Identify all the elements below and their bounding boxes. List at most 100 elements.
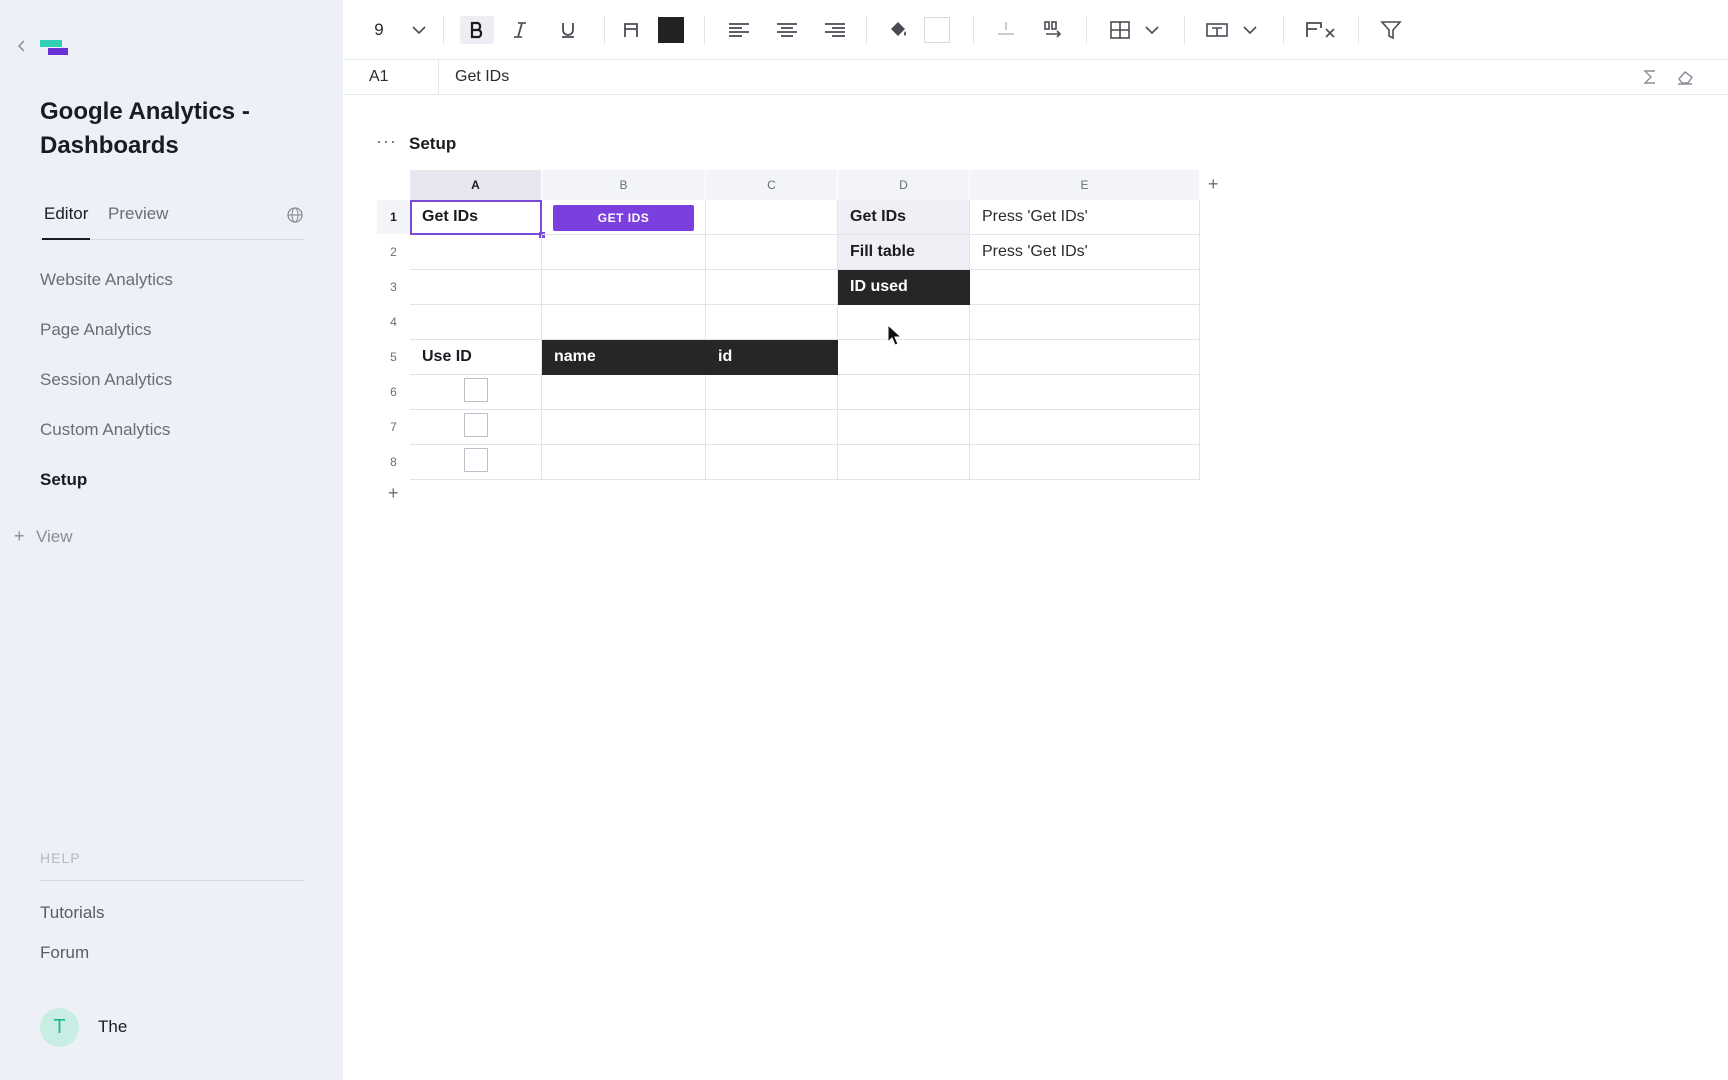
cell-e4[interactable] — [970, 305, 1200, 340]
cell-a2[interactable] — [410, 235, 542, 270]
cell-c1[interactable] — [706, 200, 838, 235]
cell-reference[interactable]: A1 — [369, 68, 389, 86]
globe-icon[interactable] — [286, 206, 304, 224]
wrap-text-icon[interactable] — [1041, 16, 1067, 44]
sidebar-item-page-analytics[interactable]: Page Analytics — [40, 315, 304, 365]
cell-d8[interactable] — [838, 445, 970, 480]
borders-icon[interactable] — [1107, 16, 1133, 44]
filter-icon[interactable] — [1379, 16, 1403, 44]
cell-b6[interactable] — [542, 375, 706, 410]
cell-e6[interactable] — [970, 375, 1200, 410]
cell-e8[interactable] — [970, 445, 1200, 480]
cell-e3[interactable] — [970, 270, 1200, 305]
cell-b4[interactable] — [542, 305, 706, 340]
chevron-down-icon[interactable] — [1240, 16, 1260, 44]
cell-a3[interactable] — [410, 270, 542, 305]
help-section-label: HELP — [40, 850, 81, 866]
cell-b8[interactable] — [542, 445, 706, 480]
cell-d4[interactable] — [838, 305, 970, 340]
plus-icon: + — [14, 526, 25, 546]
cell-e2[interactable]: Press 'Get IDs' — [970, 235, 1200, 270]
bold-icon[interactable] — [460, 16, 494, 44]
forum-link[interactable]: Forum — [40, 943, 105, 983]
underline-icon[interactable] — [556, 16, 580, 44]
use-id-checkbox[interactable] — [464, 378, 488, 402]
get-ids-button[interactable]: GET IDS — [553, 205, 694, 231]
clear-format-icon[interactable] — [1303, 16, 1339, 44]
app-logo[interactable] — [40, 38, 70, 58]
row-header-3[interactable]: 3 — [377, 270, 410, 304]
font-size-value[interactable]: 9 — [369, 16, 389, 44]
add-row-button[interactable]: + — [388, 483, 399, 504]
eraser-icon[interactable] — [1676, 69, 1694, 90]
chevron-down-icon[interactable] — [407, 16, 431, 44]
cell-c6[interactable] — [706, 375, 838, 410]
sidebar-item-custom-analytics[interactable]: Custom Analytics — [40, 415, 304, 465]
cell-d1[interactable]: Get IDs — [838, 200, 970, 235]
sidebar-item-website-analytics[interactable]: Website Analytics — [40, 265, 304, 315]
cell-e1[interactable]: Press 'Get IDs' — [970, 200, 1200, 235]
cell-c3[interactable] — [706, 270, 838, 305]
mouse-cursor-icon — [887, 324, 903, 346]
row-header-4[interactable]: 4 — [377, 305, 410, 339]
chevron-left-icon[interactable] — [14, 38, 30, 54]
cell-d5[interactable] — [838, 340, 970, 375]
cell-c2[interactable] — [706, 235, 838, 270]
align-left-icon[interactable] — [726, 16, 752, 44]
text-color-icon[interactable] — [619, 16, 643, 44]
cell-c4[interactable] — [706, 305, 838, 340]
cell-b2[interactable] — [542, 235, 706, 270]
cell-a4[interactable] — [410, 305, 542, 340]
text-color-swatch[interactable] — [656, 16, 686, 44]
formula-input[interactable]: Get IDs — [455, 68, 509, 86]
chevron-down-icon[interactable] — [1142, 16, 1162, 44]
fill-color-swatch[interactable] — [922, 16, 952, 44]
text-box-icon[interactable] — [1204, 16, 1230, 44]
row-header-8[interactable]: 8 — [377, 445, 410, 479]
sheet-title: Setup — [409, 134, 457, 153]
cell-c5[interactable]: id — [706, 340, 838, 375]
cell-b5[interactable]: name — [542, 340, 706, 375]
row-header-2[interactable]: 2 — [377, 235, 410, 269]
sidebar-item-setup[interactable]: Setup — [40, 465, 304, 515]
column-header-a[interactable]: A — [410, 170, 542, 200]
cell-e7[interactable] — [970, 410, 1200, 445]
cell-d3[interactable]: ID used — [838, 270, 970, 305]
more-options-icon[interactable]: ··· — [376, 131, 397, 152]
cell-e5[interactable] — [970, 340, 1200, 375]
row-header-7[interactable]: 7 — [377, 410, 410, 444]
cell-d6[interactable] — [838, 375, 970, 410]
cell-d7[interactable] — [838, 410, 970, 445]
cell-d2[interactable]: Fill table — [838, 235, 970, 270]
cell-b7[interactable] — [542, 410, 706, 445]
cell-b3[interactable] — [542, 270, 706, 305]
tutorials-link[interactable]: Tutorials — [40, 903, 105, 943]
column-header-b[interactable]: B — [542, 170, 706, 200]
add-view-button[interactable]: + View — [14, 526, 73, 547]
cell-a5[interactable]: Use ID — [410, 340, 542, 375]
column-header-c[interactable]: C — [706, 170, 838, 200]
cell-a1[interactable]: Get IDs — [410, 200, 542, 235]
tab-preview[interactable]: Preview — [108, 204, 168, 240]
column-header-d[interactable]: D — [838, 170, 970, 200]
align-center-icon[interactable] — [774, 16, 800, 44]
use-id-checkbox[interactable] — [464, 448, 488, 472]
row-header-6[interactable]: 6 — [377, 375, 410, 409]
cell-c8[interactable] — [706, 445, 838, 480]
cell-c7[interactable] — [706, 410, 838, 445]
align-right-icon[interactable] — [822, 16, 848, 44]
sidebar-item-session-analytics[interactable]: Session Analytics — [40, 365, 304, 415]
merge-cells-icon[interactable] — [993, 16, 1019, 44]
add-column-button[interactable]: + — [1208, 174, 1219, 195]
row-header-5[interactable]: 5 — [377, 340, 410, 374]
column-header-e[interactable]: E — [970, 170, 1200, 200]
use-id-checkbox[interactable] — [464, 413, 488, 437]
italic-icon[interactable] — [508, 16, 532, 44]
sigma-icon[interactable] — [1642, 69, 1658, 90]
fill-color-icon[interactable] — [885, 16, 911, 44]
tab-editor[interactable]: Editor — [42, 204, 91, 240]
sidebar: Google Analytics - Dashboards Editor Pre… — [0, 0, 343, 1080]
formatting-toolbar: 9 — [343, 0, 1728, 60]
row-header-1[interactable]: 1 — [377, 200, 410, 234]
avatar: T — [40, 1008, 79, 1047]
